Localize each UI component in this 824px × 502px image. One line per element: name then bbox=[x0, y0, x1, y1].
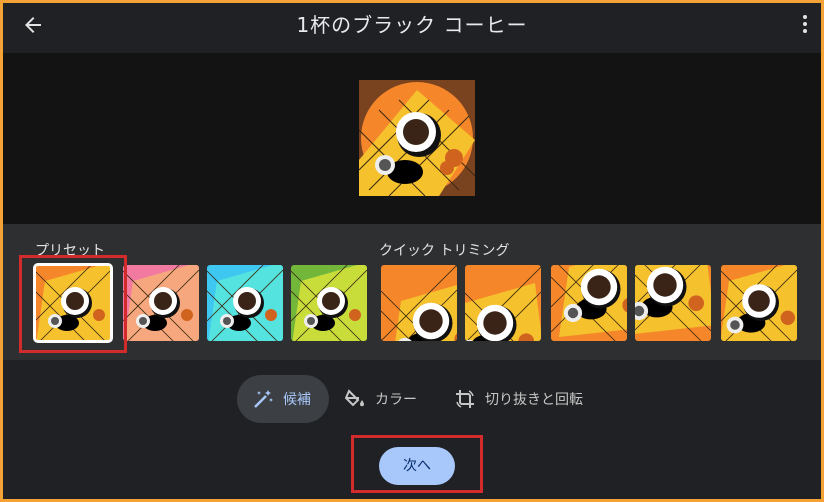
paint-bucket-icon bbox=[344, 389, 364, 407]
trim-1[interactable] bbox=[381, 265, 457, 341]
tab-color-label: カラー bbox=[375, 392, 417, 408]
tab-suggestions-label: 候補 bbox=[283, 392, 311, 408]
highlight-box-preset bbox=[19, 255, 127, 353]
app-window: 1杯のブラック コーヒー プリセット クイック トリミング 候補 カラー 切り抜… bbox=[0, 0, 824, 502]
page-title: 1杯のブラック コーヒー bbox=[296, 13, 528, 37]
more-vert-icon bbox=[803, 15, 807, 19]
tab-suggestions[interactable]: 候補 bbox=[237, 375, 329, 423]
trim-5[interactable] bbox=[721, 265, 797, 341]
tab-crop-rotate-label: 切り抜きと回転 bbox=[485, 392, 583, 408]
top-bar: 1杯のブラック コーヒー bbox=[3, 3, 821, 53]
tab-color[interactable]: カラー bbox=[343, 375, 417, 423]
preset-green[interactable] bbox=[291, 265, 367, 341]
trim-4[interactable] bbox=[635, 265, 711, 341]
magic-wand-icon bbox=[254, 390, 273, 408]
trim-3[interactable] bbox=[551, 265, 627, 341]
quick-trim-label: クイック トリミング bbox=[379, 243, 510, 259]
next-button[interactable]: 次へ bbox=[379, 447, 455, 485]
more-options-button[interactable] bbox=[799, 13, 811, 33]
preset-pink[interactable] bbox=[123, 265, 199, 341]
image-preview bbox=[359, 80, 475, 196]
preset-cyan[interactable] bbox=[207, 265, 283, 341]
crop-rotate-icon bbox=[456, 390, 474, 408]
tab-crop-rotate[interactable]: 切り抜きと回転 bbox=[453, 375, 583, 423]
coffee-illustration bbox=[359, 80, 475, 196]
trim-2[interactable] bbox=[465, 265, 541, 341]
